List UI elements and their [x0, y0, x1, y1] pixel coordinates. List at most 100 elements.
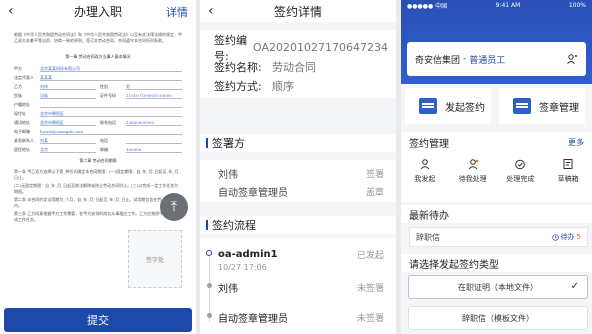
grid-label: 待我处理 — [458, 175, 487, 183]
type-label: 在职证明（本地文件） — [458, 282, 538, 292]
seal-management-button[interactable]: 签章管理 — [499, 88, 585, 124]
role-name: 普通员工 — [469, 55, 506, 66]
signer-name: 自动签章管理员 — [218, 187, 288, 199]
flow-name: 自动签章管理员 — [218, 314, 288, 325]
clock-icon — [551, 233, 559, 241]
contract-intro: 根据《中华人民共和国劳动合同法》和《中华人民共和国劳动法》以及有关法律法规的规定… — [14, 32, 182, 43]
battery-level: 100% — [568, 1, 586, 9]
quick-action-label: 签章管理 — [539, 102, 579, 114]
types-title: 请选择发起签约类型 — [401, 254, 592, 272]
info-key: 签约名称: — [214, 60, 262, 74]
org-name: 奇安信集团 — [415, 55, 461, 66]
section-title: 签约管理 — [409, 138, 449, 150]
signer-status: 盖章 — [365, 187, 384, 198]
field-label: 居住地址 — [14, 146, 30, 152]
sign-details-screen: ‹ 签约详情 签约编号: OA20201027170647234 签约名称: 劳动合… — [200, 0, 396, 334]
section-heading: 第二章 劳动合同期限 — [79, 158, 117, 163]
field-label: 户籍地址 — [14, 101, 30, 107]
back-button[interactable]: ‹ — [8, 3, 14, 19]
info-row: 签约编号: OA20201027170647234 — [214, 34, 388, 63]
form-field-row: 民族 汉族 证件号码 110107199001010000 — [6, 91, 190, 100]
grid-item-drafts[interactable]: 草稿箱 — [548, 158, 588, 184]
scroll-top-icon[interactable]: ⤒ — [160, 193, 188, 221]
form-field-row: 通讯地址 北京市朝阳区 联系电话 13800000000 — [6, 118, 190, 127]
form-field-row: 乙方 刘伟 性别 男 — [6, 82, 190, 91]
flow-name: 刘伟 — [218, 284, 238, 295]
field-value: 北京市朝阳区 — [40, 119, 96, 126]
field-value: 北京 — [40, 146, 96, 153]
start-sign-button[interactable]: 发起签约 — [405, 88, 491, 124]
page-title: 办理入职 — [73, 4, 122, 19]
field-value: 某某某 — [40, 74, 182, 81]
form-field-row: 居住地址 北京 邮编 100000 — [6, 145, 190, 154]
field-value: 男 — [126, 83, 182, 90]
signers-list: 刘伟 签署 自动签章管理员 盖章 — [200, 160, 396, 202]
grid-item-initiated[interactable]: 我发起 — [405, 158, 445, 184]
timeline-dot — [207, 283, 212, 288]
grid-item-done[interactable]: 处理完成 — [500, 158, 540, 184]
flow-title: 签约流程 — [200, 216, 396, 234]
info-row: 签约名称: 劳动合同 — [214, 57, 388, 76]
status-time: 9:41 AM — [495, 1, 521, 9]
more-link[interactable]: 更多 — [568, 137, 584, 148]
form-field-row: 现住址 北京市朝阳区 — [6, 109, 190, 118]
stamp-icon — [513, 98, 531, 114]
field-label: 通讯地址 — [14, 119, 30, 125]
field-value: 13800000000 — [126, 119, 182, 126]
field-value — [40, 101, 182, 108]
field-value: 汉族 — [40, 92, 96, 99]
done-icon — [515, 159, 526, 170]
flow-status: 未签署 — [356, 314, 384, 324]
check-icon: ✓ — [570, 281, 579, 292]
field-label: 民族 — [14, 92, 22, 98]
type-option-template[interactable]: 辞职信（模板文件） — [408, 306, 588, 330]
contract-clause: 第一条 甲乙双方选择以下第_种形式确定本合同期限：(一)固定期限：自_年_月_日… — [14, 169, 181, 180]
todo-count: 5 — [576, 233, 581, 241]
form-field-row: 甲方 北京某某科技有限公司 — [6, 64, 190, 73]
sign-management-card: 签约管理 更多 我发起 待我处理 处理完成 草稿箱 — [401, 132, 592, 202]
field-label: 证件号码 — [100, 92, 116, 98]
signers-title: 签署方 — [200, 134, 396, 152]
signer-status: 签署 — [365, 169, 384, 180]
contract-fields: 甲方 北京某某科技有限公司 法定代表人 某某某 乙方 刘伟 性别 男民族 汉族 证件号码 11010… — [6, 64, 190, 154]
field-label: 紧急联系人 — [14, 137, 34, 143]
field-label: 乙方 — [14, 83, 22, 89]
grid-label: 处理完成 — [506, 175, 535, 183]
todo-item[interactable]: 辞职信 待办 5 — [409, 227, 588, 247]
type-label: 辞职信（模板文件） — [462, 313, 534, 323]
switch-user-icon[interactable] — [566, 53, 578, 65]
signer-row: 自动签章管理员 盖章 — [200, 182, 396, 200]
quick-action-label: 发起签约 — [445, 102, 485, 114]
home-screen: ●●●●● 中国 9:41 AM 100% 奇安信集团 - 普通员工 发起签约 … — [401, 0, 592, 334]
contract-clause: (二)无固定期限：自_年_月_日起至依法解除或终止劳动合同时止。(三)以完成一定… — [14, 183, 179, 194]
flow-name: oa-admin1 — [218, 249, 278, 260]
field-value: 100000 — [126, 146, 182, 153]
draft-icon — [563, 159, 573, 169]
form-field-row: 法定代表人 某某某 — [6, 73, 190, 82]
submit-button[interactable]: 提交 — [4, 308, 192, 332]
grid-label: 草稿箱 — [557, 175, 579, 183]
type-option-local[interactable]: 在职证明（本地文件） ✓ — [408, 275, 588, 299]
org-switcher[interactable]: 奇安信集团 - 普通员工 — [407, 42, 586, 76]
field-value — [126, 137, 182, 144]
field-value: 刘某 — [40, 137, 96, 144]
back-button[interactable]: ‹ — [208, 3, 214, 19]
flow-time: 10/27 17:06 — [218, 263, 267, 272]
user-icon — [420, 159, 430, 170]
grid-item-pending[interactable]: 待我处理 — [453, 158, 493, 184]
todo-name: 辞职信 — [416, 232, 440, 242]
form-field-row: 紧急联系人 刘某 电话 — [6, 136, 190, 145]
field-value: liuwei@example.com — [40, 128, 182, 135]
field-label: 联系电话 — [100, 119, 116, 125]
org-separator: - — [463, 54, 467, 64]
details-link[interactable]: 详情 — [166, 4, 188, 20]
flow-list: oa-admin1 已发起 10/27 17:06 刘伟 未签署 自动签章管理员 未签… — [200, 238, 396, 334]
field-label: 性别 — [100, 83, 108, 89]
form-field-row: 电子邮箱 liuwei@example.com — [6, 127, 190, 136]
timeline-dot — [206, 250, 212, 256]
signature-area[interactable]: 签字处 — [128, 230, 182, 288]
status-bar: ●●●●● 中国 9:41 AM 100% — [401, 0, 592, 10]
form-field-row: 户籍地址 — [6, 100, 190, 109]
field-label: 邮编 — [100, 146, 108, 152]
page-title: 签约详情 — [273, 4, 322, 19]
